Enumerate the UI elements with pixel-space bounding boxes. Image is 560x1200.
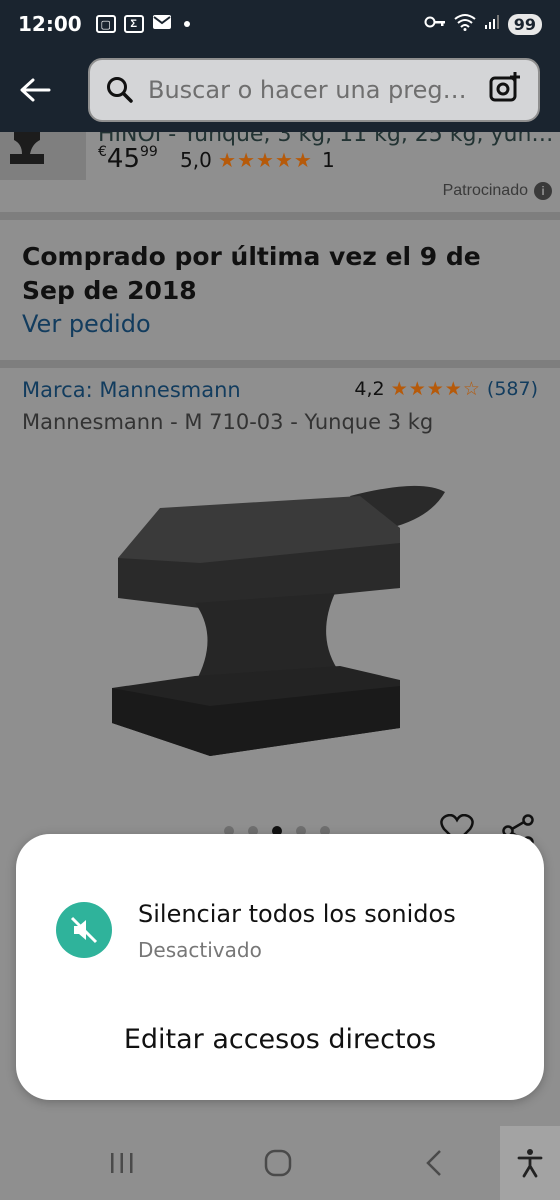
search-input[interactable]: Buscar o hacer una preg… [148,76,468,104]
info-icon: i [534,182,552,200]
chevron-left-icon [426,1150,441,1176]
star-rating-icon: ★★★★★ [218,148,313,172]
view-order-link[interactable]: Ver pedido [22,310,538,338]
edit-shortcuts-button[interactable]: Editar accesos directos [16,1024,544,1055]
mute-status: Desactivado [138,938,262,962]
system-nav-bar [0,1126,560,1200]
home-icon [264,1149,292,1177]
status-bar: 12:00 ▢ Σ 99 [0,0,560,48]
back-button[interactable] [0,48,70,132]
accessibility-button[interactable] [500,1126,560,1200]
notification-icons: ▢ Σ [95,14,190,35]
brand-link[interactable]: Marca: Mannesmann [22,378,241,402]
recent-apps-button[interactable] [82,1126,162,1200]
clock: 12:00 [18,12,82,36]
mail-icon [152,14,172,35]
more-notifications-dot [183,21,190,27]
speaker-muted-icon [70,916,98,944]
sponsored-review-count: 1 [322,148,335,172]
recents-icon [111,1153,133,1173]
quick-settings-sheet: Silenciar todos los sonidos Desactivado … [16,834,544,1100]
divider [0,360,560,368]
product-rating[interactable]: 4,2 ★★★★☆ (587) [354,378,538,400]
sponsored-price: €4599 [98,144,158,174]
sponsored-product-image[interactable] [0,132,86,180]
arrow-left-icon [20,78,51,102]
last-purchase-card: Comprado por última vez el 9 de Sep de 2… [0,220,560,360]
mute-toggle[interactable] [56,902,112,958]
sponsored-product-title[interactable]: HINOI - Yunque, 3 kg, 11 kg, 25 kg, yun… [98,132,553,147]
app-bar: Buscar o hacer una preg… [0,48,560,132]
battery-level: 99 [507,13,542,35]
mute-all-sounds-label[interactable]: Silenciar todos los sonidos [138,900,456,928]
sigma-icon: Σ [123,15,144,33]
wifi-icon [454,13,476,36]
divider [0,212,560,220]
vpn-key-icon [424,15,446,34]
star-rating-icon: ★★★★☆ [390,378,481,400]
sponsored-product[interactable]: HINOI - Yunque, 3 kg, 11 kg, 25 kg, yun…… [0,132,560,212]
product-title: Mannesmann - M 710-03 - Yunque 3 kg [22,410,434,434]
camera-search-icon[interactable] [488,71,522,110]
sponsored-rating: 5,0 ★★★★★ [180,148,313,172]
search-bar[interactable]: Buscar o hacer una preg… [88,58,540,122]
signal-icon [484,14,500,35]
home-button[interactable] [238,1126,318,1200]
accessibility-icon [517,1149,543,1178]
screenshot-icon: ▢ [95,15,116,33]
search-icon [107,77,133,103]
last-purchase-title: Comprado por última vez el 9 de Sep de 2… [22,242,481,305]
sponsored-label[interactable]: Patrocinado i [443,182,552,200]
back-nav-button[interactable] [394,1126,474,1200]
product-image[interactable] [100,448,450,773]
